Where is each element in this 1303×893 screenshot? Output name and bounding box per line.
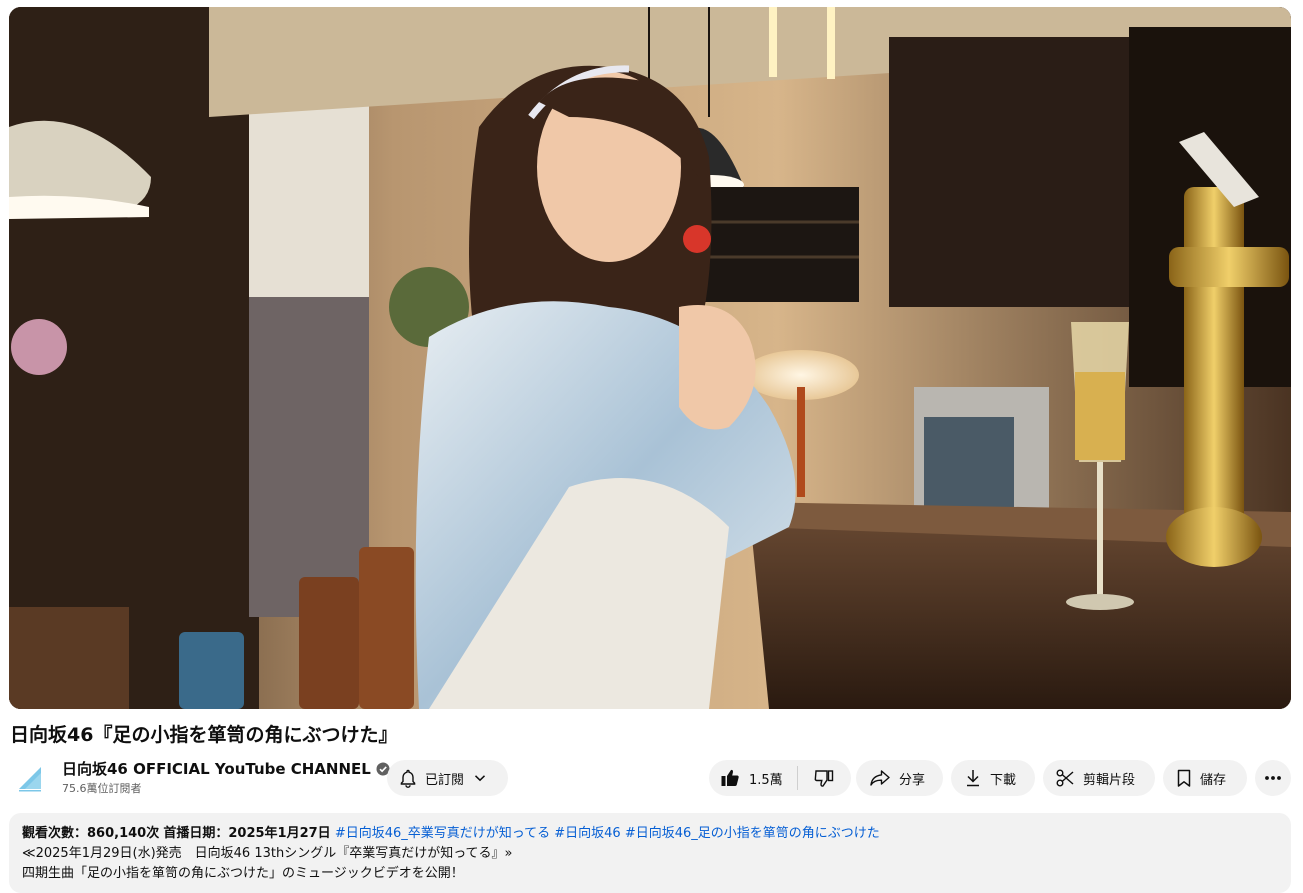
download-label: 下載 [990, 772, 1017, 788]
share-label: 分享 [899, 772, 926, 788]
clip-label: 剪輯片段 [1083, 772, 1136, 788]
scissors-icon [1055, 768, 1075, 788]
clip-button[interactable]: 剪輯片段 [1043, 760, 1155, 796]
share-arrow-icon [869, 768, 891, 788]
chevron-down-icon [473, 771, 487, 785]
channel-name[interactable]: 日向坂46 OFFICIAL YouTube CHANNEL [62, 759, 371, 779]
subscriber-count: 75.6萬位訂閱者 [62, 782, 142, 795]
channel-owner: 日向坂46 OFFICIAL YouTube CHANNEL 75.6萬位訂閱者 [10, 756, 390, 800]
premiere-date: 首播日期：2025年1月27日 [163, 826, 331, 841]
video-frame [9, 7, 1291, 709]
channel-info: 日向坂46 OFFICIAL YouTube CHANNEL 75.6萬位訂閱者 [62, 759, 390, 797]
save-label: 儲存 [1200, 772, 1227, 788]
like-dislike-group: 1.5萬 [709, 760, 851, 796]
more-horizontal-icon [1264, 775, 1282, 781]
download-button[interactable]: 下載 [951, 760, 1035, 796]
hashtag-link[interactable]: #日向坂46_卒業写真だけが知ってる [335, 826, 550, 841]
dislike-button[interactable] [798, 760, 850, 796]
channel-name-row: 日向坂46 OFFICIAL YouTube CHANNEL [62, 759, 390, 779]
subscribed-label: 已訂閱 [425, 772, 465, 788]
description-line: ≪2025年1月29日(水)発売 日向坂46 13thシングル『卒業写真だけが知… [22, 846, 513, 861]
like-count: 1.5萬 [749, 772, 783, 788]
share-button[interactable]: 分享 [856, 760, 943, 796]
description-box[interactable]: 觀看次數：860,140次 首播日期：2025年1月27日 #日向坂46_卒業写… [9, 813, 1291, 893]
more-actions-button[interactable] [1255, 760, 1291, 796]
video-title: 日向坂46『足の小指を箪笥の角にぶつけた』 [10, 724, 398, 746]
thumbs-down-icon [813, 767, 835, 789]
subscribed-button[interactable]: 已訂閱 [387, 760, 508, 796]
description-meta-line: 觀看次數：860,140次 首播日期：2025年1月27日 #日向坂46_卒業写… [22, 824, 1278, 844]
hashtag-link[interactable]: #日向坂46_足の小指を箪笥の角にぶつけた [625, 826, 880, 841]
description-line: 四期生曲「足の小指を箪笥の角にぶつけた」のミュージックビデオを公開！ [22, 866, 464, 881]
like-button[interactable]: 1.5萬 [709, 760, 797, 796]
bell-icon [398, 768, 418, 788]
bookmark-icon [1176, 768, 1192, 788]
view-count: 觀看次數：860,140次 [22, 826, 160, 841]
hashtag-link[interactable]: #日向坂46 [554, 826, 620, 841]
hinatazaka-logo-icon [19, 767, 41, 792]
thumbs-up-icon [719, 767, 741, 789]
save-button[interactable]: 儲存 [1163, 760, 1247, 796]
channel-avatar[interactable] [10, 758, 50, 798]
video-player[interactable] [9, 7, 1291, 709]
download-icon [964, 768, 982, 788]
